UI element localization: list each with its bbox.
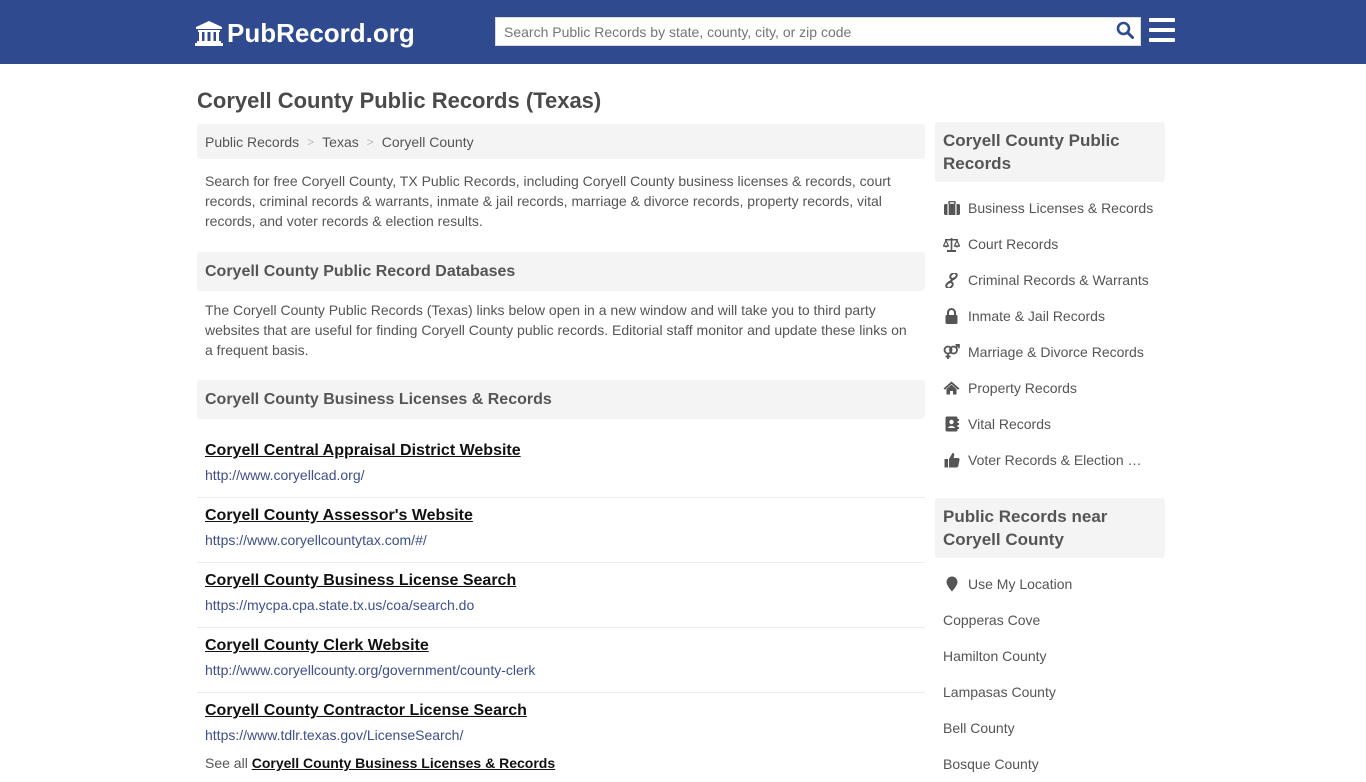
sidebar-item-label: Business Licenses & Records	[968, 200, 1154, 216]
breadcrumb-coryell-county[interactable]: Coryell County	[382, 134, 474, 150]
near-item-label: Lampasas County	[943, 684, 1056, 700]
address-book-icon	[943, 416, 960, 432]
record-link-title[interactable]: Coryell County Clerk Website	[205, 636, 429, 656]
site-logo[interactable]: PubRecord.org	[195, 17, 415, 49]
record-link-url[interactable]: https://mycpa.cpa.state.tx.us/coa/search…	[205, 596, 917, 614]
sidebar-item-label: Marriage & Divorce Records	[968, 344, 1144, 360]
lock-icon	[943, 308, 960, 324]
record-link-title[interactable]: Coryell County Assessor's Website	[205, 506, 473, 526]
breadcrumb-separator: >	[307, 134, 315, 149]
see-all-row: See all Coryell County Business Licenses…	[197, 755, 925, 771]
sidebar-near-list: Use My Location Copperas Cove Hamilton C…	[935, 566, 1165, 782]
sidebar-item-label: Court Records	[968, 236, 1059, 252]
business-links-list: Coryell Central Appraisal District Websi…	[197, 433, 925, 753]
near-item-lampasas-county[interactable]: Lampasas County	[935, 674, 1165, 710]
link-icon	[943, 272, 960, 288]
sidebar-item-criminal[interactable]: Criminal Records & Warrants	[935, 262, 1165, 298]
logo-text: PubRecord.org	[227, 18, 415, 48]
record-link-title[interactable]: Coryell County Business License Search	[205, 571, 516, 591]
see-all-link[interactable]: Coryell County Business Licenses & Recor…	[252, 755, 555, 771]
menu-bar	[1149, 38, 1175, 42]
top-navbar: PubRecord.org	[0, 0, 1366, 64]
breadcrumb-texas[interactable]: Texas	[322, 134, 359, 150]
sidebar-item-inmate[interactable]: Inmate & Jail Records	[935, 298, 1165, 334]
page-title: Coryell County Public Records (Texas)	[197, 88, 602, 113]
see-all-prefix: See all	[205, 755, 248, 771]
record-link-url[interactable]: https://www.coryellcountytax.com/#/	[205, 531, 917, 549]
list-item: Coryell County Assessor's Website https:…	[197, 498, 925, 563]
near-item-bosque-county[interactable]: Bosque County	[935, 746, 1165, 782]
sidebar-item-label: Voter Records & Election Results	[968, 452, 1151, 468]
near-item-copperas-cove[interactable]: Copperas Cove	[935, 602, 1165, 638]
menu-bar	[1149, 18, 1175, 22]
record-link-url[interactable]: http://www.coryellcad.org/	[205, 466, 917, 484]
map-marker-icon	[943, 576, 960, 592]
breadcrumb-public-records[interactable]: Public Records	[205, 134, 299, 150]
record-link-url[interactable]: https://www.tdlr.texas.gov/LicenseSearch…	[205, 726, 917, 744]
search-icon	[1116, 21, 1134, 42]
near-item-label: Bosque County	[943, 756, 1039, 772]
list-item: Coryell County Business License Search h…	[197, 563, 925, 628]
sidebar-records-heading: Coryell County Public Records	[935, 122, 1165, 182]
courthouse-icon	[195, 20, 223, 46]
search-bar	[495, 17, 1141, 46]
sidebar-near-heading: Public Records near Coryell County	[935, 498, 1165, 558]
sidebar-item-court[interactable]: Court Records	[935, 226, 1165, 262]
breadcrumb: Public Records > Texas > Coryell County	[197, 124, 925, 159]
main-content: Public Records > Texas > Coryell County …	[197, 124, 925, 771]
venus-mars-icon	[943, 344, 960, 360]
sidebar-item-label: Criminal Records & Warrants	[968, 272, 1149, 288]
record-link-title[interactable]: Coryell County Contractor License Search	[205, 701, 527, 721]
sidebar-item-label: Property Records	[968, 380, 1077, 396]
balance-scale-icon	[943, 236, 960, 252]
business-heading: Coryell County Business Licenses & Recor…	[197, 380, 925, 419]
hamburger-menu-icon[interactable]	[1149, 18, 1175, 42]
home-icon	[943, 380, 960, 396]
databases-heading: Coryell County Public Record Databases	[197, 252, 925, 291]
list-item: Coryell County Contractor License Search…	[197, 693, 925, 753]
list-item: Coryell Central Appraisal District Websi…	[197, 433, 925, 498]
near-item-label: Use My Location	[968, 576, 1073, 592]
near-item-label: Bell County	[943, 720, 1015, 736]
near-item-label: Copperas Cove	[943, 612, 1041, 628]
sidebar: Coryell County Public Records Business L…	[935, 122, 1165, 782]
databases-description: The Coryell County Public Records (Texas…	[205, 302, 907, 358]
sidebar-item-label: Inmate & Jail Records	[968, 308, 1105, 324]
list-item: Coryell County Clerk Website http://www.…	[197, 628, 925, 693]
breadcrumb-separator: >	[366, 134, 374, 149]
record-link-url[interactable]: http://www.coryellcounty.org/government/…	[205, 661, 917, 679]
near-item-label: Hamilton County	[943, 648, 1047, 664]
thumbs-up-icon	[943, 452, 960, 468]
intro-text: Search for free Coryell County, TX Publi…	[205, 173, 891, 229]
sidebar-item-voter[interactable]: Voter Records & Election Results	[935, 442, 1165, 478]
sidebar-records-list: Business Licenses & Records Court Record…	[935, 190, 1165, 478]
sidebar-item-business[interactable]: Business Licenses & Records	[935, 190, 1165, 226]
sidebar-item-label: Vital Records	[968, 416, 1052, 432]
briefcase-icon	[943, 200, 960, 216]
sidebar-item-property[interactable]: Property Records	[935, 370, 1165, 406]
near-item-bell-county[interactable]: Bell County	[935, 710, 1165, 746]
use-my-location-button[interactable]: Use My Location	[935, 566, 1165, 602]
record-link-title[interactable]: Coryell Central Appraisal District Websi…	[205, 441, 521, 461]
search-input[interactable]	[496, 18, 1110, 45]
sidebar-item-marriage[interactable]: Marriage & Divorce Records	[935, 334, 1165, 370]
near-item-hamilton-county[interactable]: Hamilton County	[935, 638, 1165, 674]
sidebar-item-vital[interactable]: Vital Records	[935, 406, 1165, 442]
menu-bar	[1149, 28, 1175, 32]
search-button[interactable]	[1110, 18, 1140, 45]
